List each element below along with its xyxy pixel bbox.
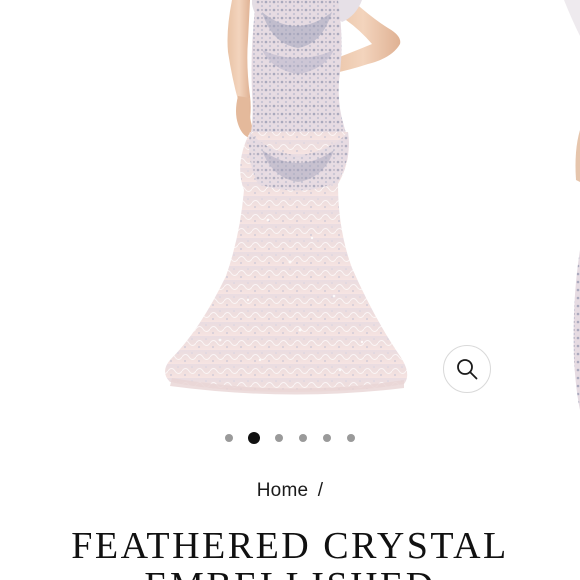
gallery-dot-2-active[interactable] xyxy=(248,432,260,444)
gallery-dot-4[interactable] xyxy=(299,434,307,442)
product-title-line-1: FEATHERED CRYSTAL xyxy=(71,525,509,567)
gallery-dot-5[interactable] xyxy=(323,434,331,442)
product-title: FEATHERED CRYSTAL EMBELLISHED xyxy=(0,526,580,580)
magnifier-icon xyxy=(457,359,478,380)
breadcrumb-home-link[interactable]: Home xyxy=(257,480,308,501)
breadcrumb: Home / xyxy=(0,480,580,502)
gallery-dot-3[interactable] xyxy=(275,434,283,442)
gallery-dot-6[interactable] xyxy=(347,434,355,442)
product-title-line-2: EMBELLISHED xyxy=(144,565,435,580)
product-photo[interactable] xyxy=(0,0,580,410)
product-image-gallery[interactable] xyxy=(0,0,580,410)
gallery-dot-1[interactable] xyxy=(225,434,233,442)
gallery-pagination xyxy=(0,428,580,448)
zoom-button[interactable] xyxy=(443,345,491,393)
breadcrumb-separator: / xyxy=(317,480,324,501)
product-page: Home / FEATHERED CRYSTAL EMBELLISHED xyxy=(0,0,580,580)
